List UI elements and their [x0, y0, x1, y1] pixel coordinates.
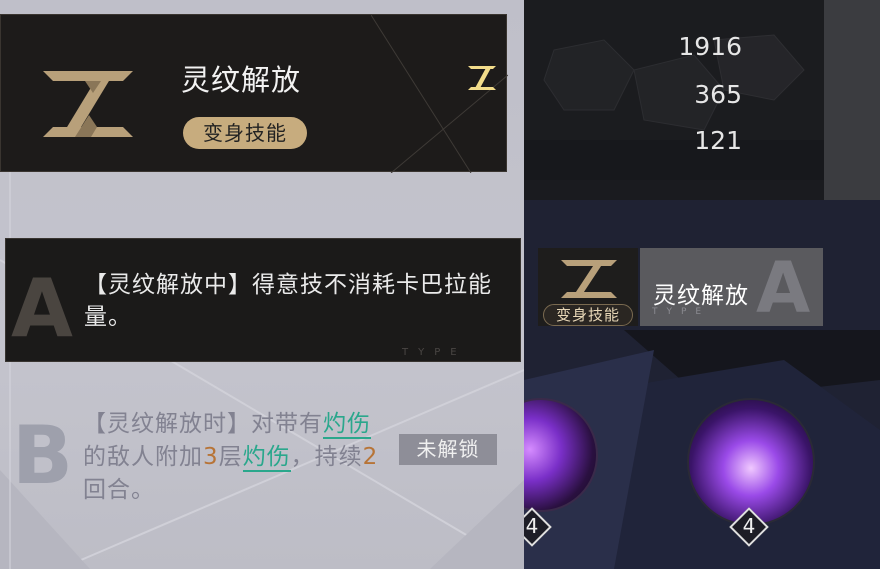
skill-a-letter: A [11, 262, 73, 355]
card-type-label: TYPE [652, 307, 711, 317]
stats-panel: 1916 365 121 [524, 0, 824, 180]
card-letter: A [756, 247, 811, 329]
skill-b-text-5: 回合。 [83, 477, 155, 503]
skill-a-type-label: TYPE [402, 347, 467, 358]
locked-badge: 未解锁 [399, 434, 497, 465]
skill-b-text-1: 【灵纹解放时】对带有 [83, 411, 323, 437]
skill-a-panel: A 【灵纹解放中】得意技不消耗卡巴拉能量。 TYPE [5, 238, 521, 362]
stat-value-1: 1916 [678, 32, 742, 61]
cost-number-1: 4 [525, 514, 539, 538]
card-emblem-icon [561, 260, 617, 298]
skill-header: 灵纹解放 变身技能 [0, 14, 508, 173]
header-diagonal-decoration [371, 15, 508, 173]
skill-a-description: 【灵纹解放中】得意技不消耗卡巴拉能量。 [84, 272, 492, 330]
stat-value-2: 365 [694, 80, 742, 109]
card-title: 灵纹解放 [653, 283, 749, 309]
card-transform-tag: 变身技能 [543, 304, 633, 326]
layer-count: 3 [203, 444, 219, 470]
skill-b-description: 【灵纹解放时】对带有灼伤的敌人附加3层灼伤，持续2回合。 [83, 408, 393, 507]
cost-number-2: 4 [742, 514, 756, 538]
transform-skill-tag: 变身技能 [183, 117, 307, 149]
skill-b-text-3: 层 [218, 444, 243, 470]
round-count: 2 [362, 444, 379, 470]
lingwen-emblem-icon [43, 71, 133, 137]
skill-orb-2[interactable] [687, 398, 815, 526]
small-emblem-icon [468, 66, 496, 90]
burn-keyword-link-2[interactable]: 灼伤 [242, 444, 291, 472]
skill-b-text-4: ，持续 [290, 444, 363, 470]
skill-title: 灵纹解放 [181, 63, 302, 97]
skill-detail-panel: 灵纹解放 变身技能 A 【灵纹解放中】得意技不消耗卡巴拉能量。 TYPE B 【… [0, 0, 524, 569]
skill-b-text-2: 的敌人附加 [83, 444, 203, 470]
stat-value-3: 121 [694, 126, 742, 155]
skill-b-letter: B [12, 409, 73, 502]
burn-keyword-link[interactable]: 灼伤 [323, 411, 371, 439]
